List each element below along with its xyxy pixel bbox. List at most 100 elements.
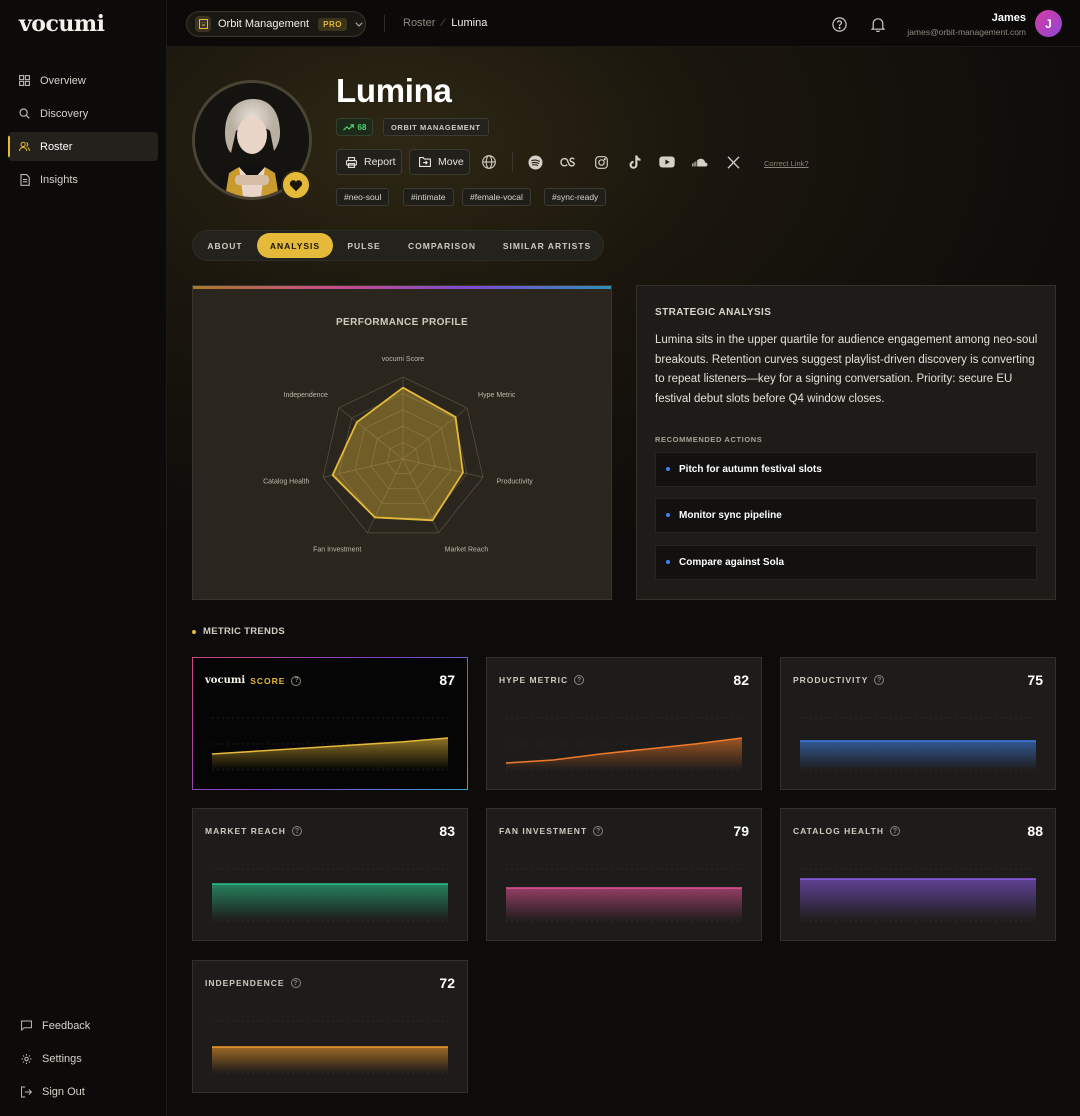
- sidebar-item-discovery[interactable]: Discovery: [8, 99, 158, 128]
- metric-card-hype-metric[interactable]: HYPE METRIC ? 82: [486, 657, 762, 790]
- correct-link[interactable]: Correct Link?: [764, 159, 809, 168]
- sparkline-area: [212, 738, 448, 770]
- genre-tag[interactable]: #neo-soul: [336, 188, 390, 206]
- document-icon: [19, 173, 30, 186]
- main-content: Orbit Management PRO Roster ⁄ Lumina Jam…: [167, 0, 1080, 1116]
- grid-icon: [19, 75, 30, 86]
- sign-out-icon: [21, 1086, 32, 1097]
- sidebar-item-label: Feedback: [42, 1019, 91, 1032]
- sparkline-area: [506, 888, 742, 921]
- genre-tag[interactable]: #intimate: [403, 188, 454, 206]
- metric-card-productivity[interactable]: PRODUCTIVITY ? 75: [780, 657, 1056, 790]
- recommended-action[interactable]: Compare against Sola: [655, 545, 1037, 580]
- breadcrumb: Roster ⁄ Lumina: [403, 17, 487, 29]
- topbar: Orbit Management PRO Roster ⁄ Lumina Jam…: [167, 0, 1080, 47]
- recommended-action[interactable]: Pitch for autumn festival slots: [655, 452, 1037, 487]
- pro-badge: PRO: [318, 17, 347, 31]
- sidebar-item-settings[interactable]: Settings: [8, 1044, 158, 1073]
- tab-comparison[interactable]: COMPARISON: [395, 231, 489, 260]
- social-divider: [512, 152, 513, 172]
- sidebar-item-feedback[interactable]: Feedback: [8, 1011, 158, 1040]
- strategic-analysis-body: Lumina sits in the upper quartile for au…: [655, 334, 1038, 405]
- org-switcher[interactable]: Orbit Management PRO: [186, 11, 366, 37]
- breadcrumb-roster[interactable]: Roster: [403, 17, 435, 29]
- bell-icon[interactable]: [870, 16, 886, 32]
- sidebar-item-insights[interactable]: Insights: [8, 165, 158, 194]
- sparkline-area: [800, 879, 1036, 921]
- sidebar-item-label: Insights: [40, 173, 78, 186]
- tab-about[interactable]: ABOUT: [195, 231, 255, 260]
- radar-axis-label: Independence: [284, 392, 328, 399]
- report-button[interactable]: Report: [336, 149, 402, 175]
- radar-chart: vocumi Score Hype Metric Productivity Marke…: [263, 356, 534, 553]
- radar-axis-label: Hype Metric: [478, 392, 516, 399]
- metric-sparkline: [212, 868, 448, 922]
- topbar-divider: [384, 15, 385, 32]
- printer-icon: [346, 156, 357, 168]
- sidebar-item-overview[interactable]: Overview: [8, 66, 158, 95]
- strategic-analysis-panel: STRATEGIC ANALYSIS Lumina sits in the up…: [636, 285, 1056, 600]
- radar-axis-label: Productivity: [497, 478, 534, 485]
- metric-sparkline: [505, 717, 743, 771]
- breadcrumb-separator: ⁄: [442, 17, 445, 29]
- metric-card-independence[interactable]: INDEPENDENCE ? 72: [192, 960, 468, 1093]
- building-icon: [195, 16, 211, 32]
- performance-profile-panel: PERFORMANCE PROFILE vocumi Score Hype Met…: [192, 285, 612, 600]
- sparkline-area: [212, 1047, 448, 1073]
- metric-sparkline: [506, 868, 742, 922]
- user-name: James: [991, 12, 1026, 24]
- trend-value: 68: [357, 122, 367, 132]
- heart-icon: [289, 179, 303, 191]
- sidebar-item-sign-out[interactable]: Sign Out: [8, 1077, 158, 1106]
- move-button[interactable]: Move: [409, 149, 470, 175]
- lastfm-icon[interactable]: [560, 154, 576, 170]
- favorite-button[interactable]: [281, 170, 311, 200]
- x-twitter-icon[interactable]: [725, 154, 741, 170]
- sidebar-nav: Overview Discovery Roster Insights: [8, 66, 158, 198]
- chevron-down-icon: [355, 19, 363, 29]
- breadcrumb-current: Lumina: [451, 17, 488, 29]
- spotify-icon[interactable]: [527, 154, 543, 170]
- genre-tag[interactable]: #female-vocal: [462, 188, 531, 206]
- move-label: Move: [438, 156, 464, 168]
- user-email: james@orbit-management.com: [907, 27, 1026, 37]
- org-name: Orbit Management: [218, 18, 310, 30]
- profile-tabs: ABOUT ANALYSIS PULSE COMPARISON SIMILAR …: [192, 230, 604, 261]
- youtube-icon[interactable]: [659, 154, 675, 170]
- sidebar-item-label: Roster: [40, 140, 73, 153]
- metric-sparkline: [211, 717, 449, 771]
- metric-card-fan-investment[interactable]: FAN INVESTMENT ? 79: [486, 808, 762, 941]
- help-icon[interactable]: [831, 16, 847, 32]
- instagram-icon[interactable]: [593, 154, 609, 170]
- radar-axis-label: vocumi Score: [382, 356, 425, 363]
- metric-sparkline: [212, 1020, 448, 1074]
- sidebar-item-roster[interactable]: Roster: [8, 132, 158, 161]
- vocumi-logo[interactable]: vocumi: [19, 11, 105, 37]
- search-icon: [19, 108, 30, 119]
- globe-icon[interactable]: [481, 154, 497, 170]
- tab-analysis[interactable]: ANALYSIS: [257, 233, 333, 258]
- chat-icon: [21, 1020, 32, 1031]
- soundcloud-icon[interactable]: [692, 154, 708, 170]
- tab-similar-artists[interactable]: SIMILAR ARTISTS: [491, 231, 603, 260]
- tiktok-icon[interactable]: [626, 154, 642, 170]
- recommended-action[interactable]: Monitor sync pipeline: [655, 498, 1037, 533]
- radar-axis-label: Fan Investment: [313, 546, 361, 553]
- metric-card-market-reach[interactable]: MARKET REACH ? 83: [192, 808, 468, 941]
- artist-name: Lumina: [336, 72, 452, 109]
- strategic-analysis-title: STRATEGIC ANALYSIS: [655, 307, 772, 318]
- metric-card-catalog-health[interactable]: CATALOG HEALTH ? 88: [780, 808, 1056, 941]
- sparkline-area: [212, 884, 448, 921]
- avatar[interactable]: J: [1035, 10, 1062, 37]
- metric-card-vocumi-score[interactable]: vocumi SCORE ? 87: [192, 657, 468, 790]
- radar-axis-label: Catalog Health: [263, 478, 309, 485]
- recommended-actions-title: RECOMMENDED ACTIONS: [655, 435, 763, 444]
- trend-badge: 68: [336, 118, 373, 136]
- sidebar-bottom-nav: Feedback Settings Sign Out: [8, 1011, 158, 1110]
- sidebar-item-label: Sign Out: [42, 1085, 85, 1098]
- genre-tag[interactable]: #sync-ready: [544, 188, 607, 206]
- tab-pulse[interactable]: PULSE: [335, 231, 393, 260]
- metric-sparkline: [800, 717, 1036, 771]
- sidebar-item-label: Discovery: [40, 107, 89, 120]
- sidebar-item-label: Settings: [42, 1052, 82, 1065]
